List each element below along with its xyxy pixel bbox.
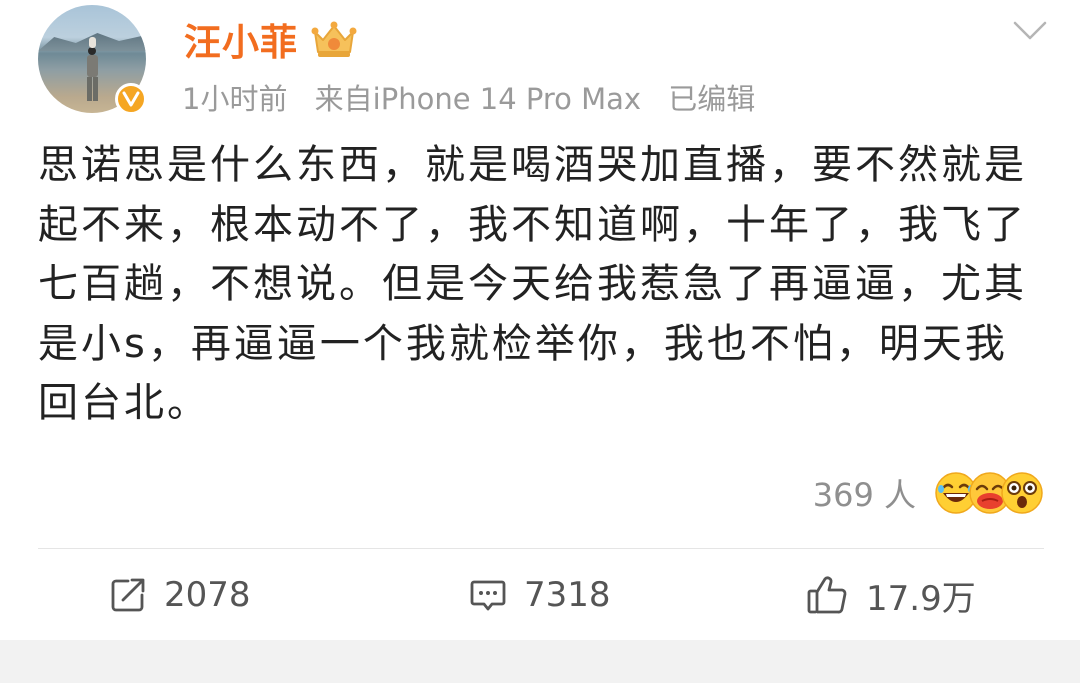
like-button[interactable]: 17.9万 (806, 560, 976, 630)
action-bar: 2078 7318 17.9万 (0, 560, 1080, 630)
repost-button[interactable]: 2078 (108, 560, 251, 630)
post-time: 1小时前 (182, 82, 288, 116)
comment-count: 7318 (524, 575, 611, 615)
avatar[interactable] (38, 5, 147, 115)
reactions-summary[interactable]: 369 人 (813, 470, 1044, 516)
avatar-person-figure (87, 37, 98, 101)
verified-badge-icon (115, 83, 147, 115)
vip-crown-icon[interactable] (309, 18, 359, 60)
reaction-emojis (934, 471, 1044, 515)
repost-icon (111, 578, 145, 612)
comment-icon (470, 580, 506, 611)
repost-count: 2078 (164, 575, 251, 615)
chevron-down-icon[interactable] (1012, 20, 1048, 42)
post-meta: 1小时前 来自iPhone 14 Pro Max 已编辑 (182, 76, 773, 118)
username[interactable]: 汪小菲 (184, 12, 298, 66)
post-source[interactable]: 来自iPhone 14 Pro Max (315, 82, 641, 116)
divider (38, 548, 1044, 549)
like-count: 17.9万 (866, 578, 976, 619)
comment-button[interactable]: 7318 (468, 560, 611, 630)
post-content: 思诺思是什么东西，就是喝酒哭加直播，要不然就是起不来，根本动不了，我不知道啊，十… (38, 142, 1027, 426)
shocked-icon (1001, 472, 1043, 514)
edited-label[interactable]: 已编辑 (668, 82, 755, 116)
thumbs-up-icon (807, 576, 847, 614)
reaction-count: 369 人 (812, 476, 916, 514)
feed-separator (0, 640, 1080, 683)
